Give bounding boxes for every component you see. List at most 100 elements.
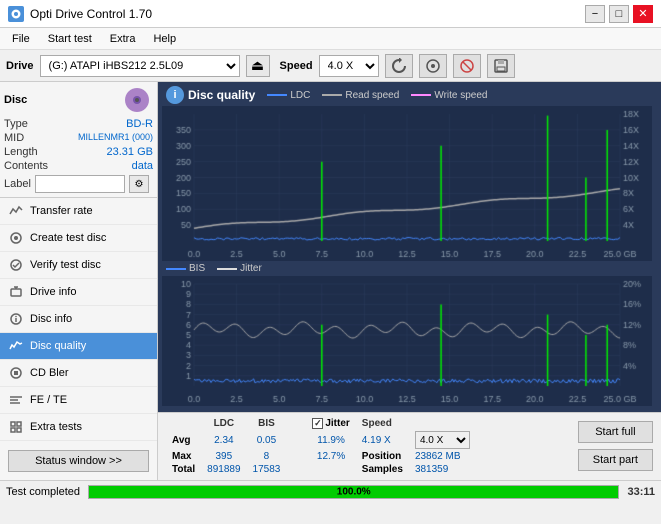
nav-label-cd-bler: CD Bler xyxy=(30,367,69,379)
nav-fe-te[interactable]: FE / TE xyxy=(0,387,157,414)
erase-button[interactable] xyxy=(453,54,481,78)
total-ldc: 891889 xyxy=(201,463,246,476)
disc-type-value: BD-R xyxy=(126,118,153,130)
time-display: 33:11 xyxy=(627,486,655,498)
verify-test-icon xyxy=(8,257,24,273)
start-part-button[interactable]: Start part xyxy=(578,449,653,471)
legend-ldc: LDC xyxy=(267,90,310,101)
stats-area: LDC BIS ✓ Jitter Speed Avg 2.34 0. xyxy=(158,412,661,480)
legend-bis-label: BIS xyxy=(189,263,205,274)
disc-type-label: Type xyxy=(4,118,28,130)
nav-verify-test[interactable]: Verify test disc xyxy=(0,252,157,279)
dq-title-container: i Disc quality xyxy=(166,86,255,104)
save-button[interactable] xyxy=(487,54,515,78)
bottom-chart-canvas xyxy=(162,276,652,406)
toolbar: Drive (G:) ATAPI iHBS212 2.5L09 ⏏ Speed … xyxy=(0,50,661,82)
max-bis: 8 xyxy=(247,450,287,463)
eject-button[interactable]: ⏏ xyxy=(246,55,270,77)
nav-drive-info[interactable]: Drive info xyxy=(0,279,157,306)
disc-contents-value: data xyxy=(132,160,153,172)
nav-extra-tests[interactable]: Extra tests xyxy=(0,414,157,441)
speed-selector[interactable]: 4.0 X xyxy=(319,55,379,77)
speed-dropdown[interactable]: 4.0 X xyxy=(415,431,470,449)
status-btn-container: Status window >> xyxy=(0,442,157,480)
maximize-button[interactable]: □ xyxy=(609,5,629,23)
disc-mid-row: MID MILLENMR1 (000) xyxy=(4,131,153,145)
titlebar-left: Opti Drive Control 1.70 xyxy=(8,6,152,22)
disc-button[interactable] xyxy=(419,54,447,78)
samples-label: Samples xyxy=(356,463,409,476)
max-jitter: 12.7% xyxy=(306,450,355,463)
disc-label-label: Label xyxy=(4,178,31,190)
jitter-label: Jitter xyxy=(325,418,349,429)
nav-transfer-rate[interactable]: Transfer rate xyxy=(0,198,157,225)
menu-help[interactable]: Help xyxy=(145,31,184,47)
nav-label-transfer-rate: Transfer rate xyxy=(30,205,93,217)
disc-type-row: Type BD-R xyxy=(4,117,153,131)
nav-cd-bler[interactable]: CD Bler xyxy=(0,360,157,387)
avg-bis: 0.05 xyxy=(247,430,287,450)
app-title: Opti Drive Control 1.70 xyxy=(30,7,152,21)
disc-quality-icon xyxy=(8,338,24,354)
menu-starttest[interactable]: Start test xyxy=(40,31,100,47)
legend-readspeed-color xyxy=(322,94,342,96)
position-label: Position xyxy=(356,450,409,463)
stats-header-ldc: LDC xyxy=(201,417,246,430)
top-chart-canvas xyxy=(162,106,652,261)
disc-panel-header: Disc xyxy=(4,86,153,114)
legend-ldc-color xyxy=(267,94,287,96)
jitter-checkbox-cell: ✓ Jitter xyxy=(306,417,355,430)
disc-label-input[interactable] xyxy=(35,175,125,193)
max-ldc: 395 xyxy=(201,450,246,463)
status-text: Test completed xyxy=(6,486,80,498)
legend-writespeed-label: Write speed xyxy=(434,90,487,101)
bottom-bar: Test completed 100.0% 33:11 xyxy=(0,480,661,502)
nav-label-disc-info: Disc info xyxy=(30,313,72,325)
disc-length-value: 23.31 GB xyxy=(107,146,153,158)
drive-info-icon xyxy=(8,284,24,300)
avg-speed: 4.19 X xyxy=(356,430,409,450)
refresh-button[interactable] xyxy=(385,54,413,78)
nav-label-extra-tests: Extra tests xyxy=(30,421,82,433)
disc-length-row: Length 23.31 GB xyxy=(4,145,153,159)
status-window-button[interactable]: Status window >> xyxy=(8,450,149,472)
nav-label-drive-info: Drive info xyxy=(30,286,76,298)
stats-header-speed: Speed xyxy=(356,417,409,430)
disc-panel-title: Disc xyxy=(4,94,27,106)
menu-file[interactable]: File xyxy=(4,31,38,47)
sidebar: Disc Type BD-R MID MILLENMR1 (000) Lengt… xyxy=(0,82,158,480)
nav-disc-quality[interactable]: Disc quality xyxy=(0,333,157,360)
chart-legend-bottom: BIS Jitter xyxy=(158,263,661,276)
disc-contents-label: Contents xyxy=(4,160,48,172)
chart-legend-top: LDC Read speed Write speed xyxy=(267,90,487,101)
action-buttons: Start full Start part xyxy=(578,421,653,473)
start-full-button[interactable]: Start full xyxy=(578,421,653,443)
top-chart xyxy=(162,106,657,261)
progress-label: 100.0% xyxy=(337,486,371,497)
disc-mid-label: MID xyxy=(4,132,24,144)
nav-items: Transfer rate Create test disc Verify te… xyxy=(0,198,157,441)
total-label: Total xyxy=(166,463,201,476)
legend-jitter-color xyxy=(217,268,237,270)
legend-writespeed-color xyxy=(411,94,431,96)
max-label: Max xyxy=(166,450,201,463)
disc-quality-charts: i Disc quality LDC Read speed Write spee… xyxy=(158,82,661,412)
jitter-checkbox[interactable]: ✓ xyxy=(312,418,323,429)
bottom-chart xyxy=(162,276,657,406)
total-bis: 17583 xyxy=(247,463,287,476)
close-button[interactable]: ✕ xyxy=(633,5,653,23)
disc-label-button[interactable]: ⚙ xyxy=(129,175,149,193)
legend-jitter-label: Jitter xyxy=(240,263,262,274)
progress-bar: 100.0% xyxy=(88,485,619,499)
avg-ldc: 2.34 xyxy=(201,430,246,450)
disc-label-row: Label ⚙ xyxy=(4,175,153,193)
nav-disc-info[interactable]: Disc info xyxy=(0,306,157,333)
stats-table: LDC BIS ✓ Jitter Speed Avg 2.34 0. xyxy=(166,417,476,476)
nav-create-test[interactable]: Create test disc xyxy=(0,225,157,252)
minimize-button[interactable]: − xyxy=(585,5,605,23)
drive-selector[interactable]: (G:) ATAPI iHBS212 2.5L09 xyxy=(40,55,240,77)
legend-jitter: Jitter xyxy=(217,263,262,274)
drive-label: Drive xyxy=(6,60,34,72)
menu-extra[interactable]: Extra xyxy=(102,31,144,47)
total-samples: 381359 xyxy=(409,463,476,476)
